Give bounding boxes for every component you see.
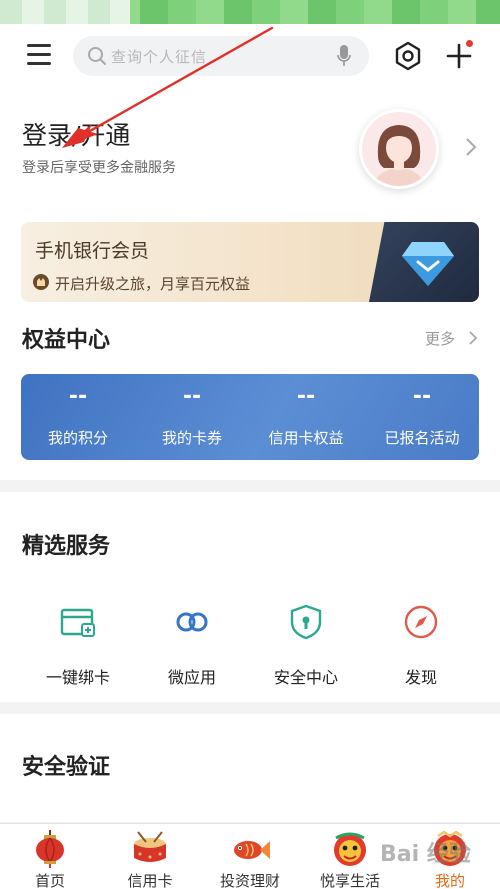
- drum-icon: [134, 831, 166, 862]
- service-bind-card[interactable]: 一键绑卡: [28, 604, 128, 694]
- top-bar: 查询个人征信: [0, 36, 500, 76]
- tab-investment[interactable]: 投资理财: [200, 824, 300, 889]
- tab-label: 悦享生活: [319, 872, 380, 889]
- lion-icon: [334, 832, 366, 866]
- bind-card-icon: [60, 608, 95, 637]
- menu-icon[interactable]: [27, 44, 51, 66]
- diamond-icon: [402, 242, 454, 286]
- avatar-person-icon: [374, 125, 424, 186]
- rights-item-credit-card[interactable]: -- 信用卡权益: [249, 374, 363, 460]
- tab-label: 信用卡: [127, 872, 173, 889]
- link-icon: [176, 612, 208, 632]
- rights-value: --: [412, 384, 432, 409]
- rights-value: --: [296, 384, 316, 409]
- rights-label: 我的卡券: [161, 429, 222, 447]
- login-title[interactable]: 登录/开通: [22, 116, 130, 152]
- search-placeholder: 查询个人征信: [111, 48, 208, 66]
- service-label: 发现: [404, 668, 437, 687]
- rights-label: 信用卡权益: [268, 429, 344, 447]
- tab-label: 投资理财: [219, 872, 280, 889]
- service-label: 安全中心: [273, 668, 338, 687]
- rights-value: --: [68, 384, 88, 409]
- tab-label: 我的: [434, 872, 465, 889]
- rights-label: 已报名活动: [384, 429, 460, 447]
- shield-icon: [290, 604, 322, 640]
- tab-credit-card[interactable]: 信用卡: [100, 824, 200, 889]
- avatar[interactable]: [359, 109, 439, 189]
- security-verify-title: 安全验证: [22, 755, 111, 780]
- tab-home[interactable]: 首页: [0, 824, 100, 889]
- search-input[interactable]: 查询个人征信: [73, 36, 369, 76]
- service-label: 微应用: [167, 668, 216, 687]
- member-banner-title: 手机银行会员: [35, 240, 150, 262]
- fish-icon: [234, 841, 270, 859]
- rights-card: -- 我的积分 -- 我的卡券 -- 信用卡权益 -- 已报名活动: [21, 374, 479, 460]
- rights-value: --: [182, 384, 202, 409]
- rights-center-title: 权益中心: [22, 328, 111, 353]
- search-icon: [88, 47, 106, 65]
- watermark: Bai 经验: [380, 842, 471, 867]
- compass-icon: [404, 605, 438, 639]
- service-label: 一键绑卡: [45, 668, 110, 687]
- chevron-right-icon[interactable]: [463, 136, 479, 158]
- settings-icon[interactable]: [393, 41, 423, 71]
- rights-more-link[interactable]: 更多: [425, 328, 455, 349]
- rights-label: 我的积分: [47, 429, 108, 447]
- chevron-right-icon[interactable]: [467, 330, 479, 346]
- service-micro-app[interactable]: 微应用: [142, 604, 242, 694]
- rights-item-coupons[interactable]: -- 我的卡券: [135, 374, 249, 460]
- service-security-center[interactable]: 安全中心: [256, 604, 356, 694]
- tab-label: 首页: [34, 872, 65, 889]
- service-discover[interactable]: 发现: [371, 604, 471, 694]
- rights-item-activities[interactable]: -- 已报名活动: [365, 374, 479, 460]
- status-bar: [0, 0, 500, 24]
- notification-dot: [466, 40, 473, 47]
- rights-item-points[interactable]: -- 我的积分: [21, 374, 135, 460]
- member-banner-subtitle: 开启升级之旅，月享百元权益: [55, 275, 251, 293]
- crown-badge-icon: [33, 274, 49, 290]
- lantern-icon: [36, 830, 64, 868]
- services-title: 精选服务: [22, 534, 111, 559]
- microphone-icon[interactable]: [337, 45, 351, 67]
- login-subtitle: 登录后享受更多金融服务: [22, 160, 176, 176]
